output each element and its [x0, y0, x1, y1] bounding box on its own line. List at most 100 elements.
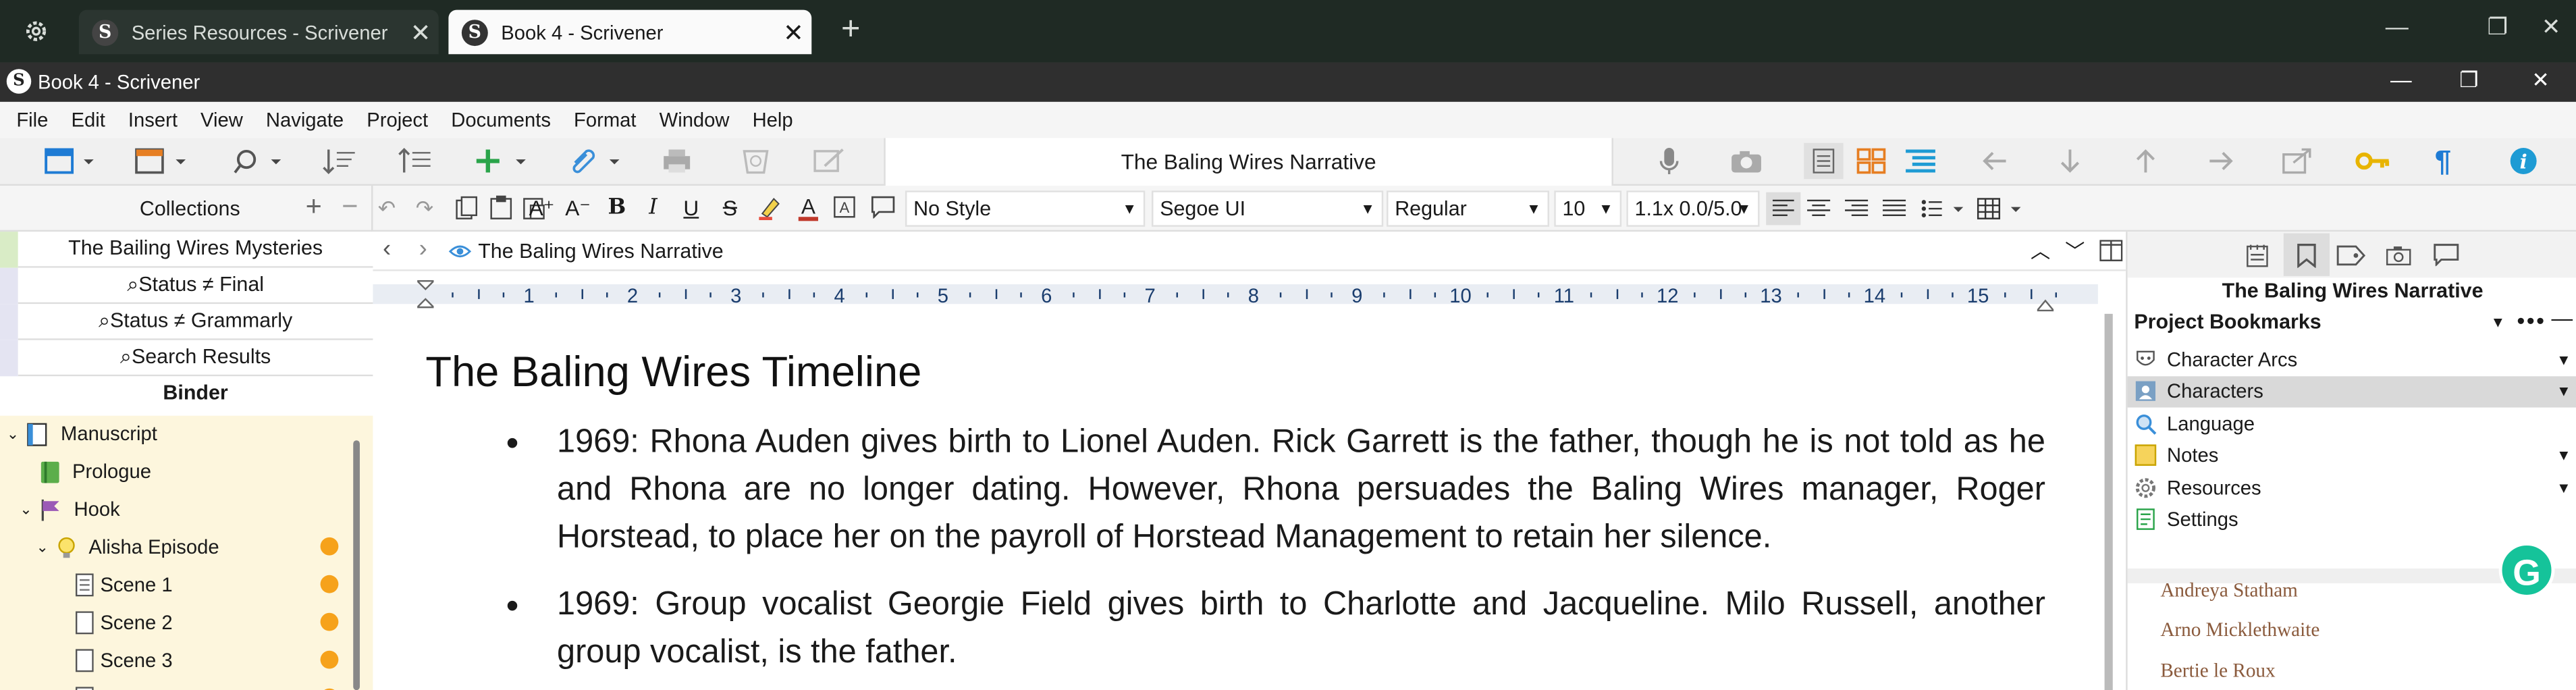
menu-edit[interactable]: Edit: [59, 109, 116, 132]
close-window-icon[interactable]: ✕: [2542, 13, 2561, 41]
collection-tab-status-final[interactable]: ⌕Status ≠ Final: [18, 267, 373, 304]
strikethrough-icon[interactable]: S: [723, 196, 737, 221]
edit-icon[interactable]: [811, 144, 848, 178]
menu-view[interactable]: View: [189, 109, 254, 132]
table-icon[interactable]: [1977, 192, 2026, 225]
collection-tab-binder[interactable]: Binder: [18, 376, 373, 413]
bookmark-notes[interactable]: Notes ▼: [2128, 440, 2576, 471]
restore-icon[interactable]: ❐: [2459, 68, 2478, 94]
bookmarks-tab-icon[interactable]: [2283, 233, 2330, 276]
print-icon[interactable]: [660, 144, 693, 178]
close-tab-icon[interactable]: ✕: [776, 18, 812, 47]
line-spacing-select[interactable]: 1.1x 0.0/5.0 ▼: [1626, 190, 1760, 227]
bookmark-settings[interactable]: Settings: [2128, 504, 2576, 535]
menu-documents[interactable]: Documents: [439, 109, 562, 132]
font-family-select[interactable]: Segoe UI ▼: [1152, 190, 1384, 227]
chevron-down-icon[interactable]: ▼: [2556, 479, 2571, 496]
settings-icon[interactable]: [23, 18, 49, 45]
editor-scrollbar[interactable]: [2104, 313, 2113, 690]
menu-project[interactable]: Project: [355, 109, 439, 132]
font-larger-icon[interactable]: A⁺: [529, 196, 555, 222]
chevron-up-icon[interactable]: ︿: [2031, 236, 2050, 264]
binder-item-scene-3[interactable]: Scene 3: [75, 643, 173, 679]
redo-icon[interactable]: ↷: [416, 196, 434, 222]
attach-icon[interactable]: [568, 144, 624, 178]
microphone-icon[interactable]: [1656, 144, 1682, 178]
right-margin-marker-icon[interactable]: [2037, 299, 2054, 312]
forward-chevron-icon[interactable]: ›: [419, 235, 427, 263]
chevron-down-icon[interactable]: ﹀: [2065, 236, 2085, 264]
bookmark-characters[interactable]: Characters ▼: [2127, 375, 2576, 408]
binder-scrollbar[interactable]: [353, 440, 360, 690]
binder-item-next[interactable]: [75, 681, 94, 690]
back-chevron-icon[interactable]: ‹: [383, 235, 391, 263]
metadata-tag-icon[interactable]: [2328, 234, 2374, 276]
remove-collection-icon[interactable]: −: [342, 190, 358, 223]
menu-window[interactable]: Window: [648, 109, 741, 132]
grammarly-icon[interactable]: G: [2498, 542, 2555, 598]
binder-item-scene-1[interactable]: Scene 1: [75, 567, 173, 604]
menu-format[interactable]: Format: [562, 109, 648, 132]
notes-tab-icon[interactable]: [2234, 234, 2280, 276]
minimize-icon[interactable]: —: [2386, 13, 2409, 39]
document-text[interactable]: The Baling Wires Timeline 1969: Rhona Au…: [425, 347, 2045, 690]
font-weight-select[interactable]: Regular ▼: [1387, 190, 1549, 227]
outliner-view-icon[interactable]: [1904, 144, 1937, 178]
close-tab-icon[interactable]: ✕: [402, 18, 439, 47]
invisibles-pilcrow-icon[interactable]: ¶: [2435, 144, 2451, 178]
editor-pane[interactable]: The Baling Wires Timeline 1969: Rhona Au…: [373, 313, 2126, 690]
collapse-icon[interactable]: —: [2552, 306, 2573, 331]
minimize-icon[interactable]: —: [2390, 68, 2412, 92]
snapshots-camera-icon[interactable]: [2376, 234, 2421, 276]
restore-icon[interactable]: ❐: [2488, 13, 2508, 41]
justify-icon[interactable]: [1881, 192, 1908, 225]
bookmark-language[interactable]: Language: [2128, 408, 2576, 440]
search-icon[interactable]: [232, 144, 288, 178]
inspector-info-icon[interactable]: i: [2508, 144, 2538, 178]
binder-item-scene-2[interactable]: Scene 2: [75, 605, 173, 641]
text-color-icon[interactable]: A: [797, 196, 820, 222]
collection-tab-mysteries[interactable]: The Bailing Wires Mysteries: [18, 232, 373, 268]
camera-icon[interactable]: [1730, 144, 1763, 178]
align-center-icon[interactable]: [1806, 192, 1832, 225]
menu-file[interactable]: File: [5, 109, 59, 132]
scrivenings-view-icon[interactable]: [1804, 142, 1844, 180]
split-editor-icon[interactable]: [2099, 240, 2123, 261]
eye-icon[interactable]: [448, 243, 472, 259]
down-arrow-icon[interactable]: [2057, 144, 2083, 178]
browser-tab-series-resources[interactable]: S Series Resources - Scrivener ✕: [78, 9, 439, 55]
align-right-icon[interactable]: [1844, 192, 1870, 225]
bold-icon[interactable]: B: [608, 196, 626, 221]
move-down-icon[interactable]: [322, 144, 358, 178]
italic-icon[interactable]: I: [649, 196, 658, 221]
align-left-icon[interactable]: [1766, 192, 1801, 225]
close-window-icon[interactable]: ✕: [2531, 68, 2550, 94]
binder-item-prologue[interactable]: Prologue: [39, 454, 151, 490]
underline-icon[interactable]: U: [683, 196, 699, 221]
chevron-down-icon[interactable]: ⌄: [36, 538, 56, 556]
ruler[interactable]: 1 2 3 4 5 6 7 8 9 10 11 12 13 14 15: [373, 271, 2126, 314]
binder-item-alisha-episode[interactable]: ⌄ Alisha Episode: [36, 529, 219, 566]
bookmark-resources[interactable]: Resources ▼: [2128, 471, 2576, 503]
list-icon[interactable]: [1919, 192, 1968, 225]
back-arrow-icon[interactable]: [1980, 144, 2010, 178]
collection-tab-status-grammarly[interactable]: ⌕Status ≠ Grammarly: [18, 304, 373, 340]
menu-help[interactable]: Help: [741, 109, 805, 132]
add-document-icon[interactable]: [473, 144, 529, 178]
text-box-icon[interactable]: A: [833, 196, 856, 219]
font-size-select[interactable]: 10 ▼: [1554, 190, 1622, 227]
document-title-field[interactable]: The Baling Wires Narrative: [884, 138, 1613, 186]
chevron-down-icon[interactable]: ▼: [2556, 448, 2571, 464]
font-smaller-icon[interactable]: A⁻: [565, 196, 591, 222]
binder-item-hook[interactable]: ⌄ Hook: [20, 492, 119, 528]
more-options-icon[interactable]: •••: [2517, 307, 2546, 334]
chevron-down-icon[interactable]: ▼: [2556, 383, 2571, 400]
bookmark-character-arcs[interactable]: Character Arcs ▼: [2128, 344, 2576, 375]
view-layout-icon[interactable]: [45, 144, 97, 178]
comments-tab-icon[interactable]: [2423, 234, 2469, 276]
chevron-down-icon[interactable]: ▼: [2490, 314, 2505, 330]
share-icon[interactable]: [2280, 144, 2313, 178]
indent-marker-icon[interactable]: [417, 280, 434, 309]
chevron-down-icon[interactable]: ▼: [2556, 351, 2571, 367]
undo-icon[interactable]: ↶: [378, 196, 396, 222]
